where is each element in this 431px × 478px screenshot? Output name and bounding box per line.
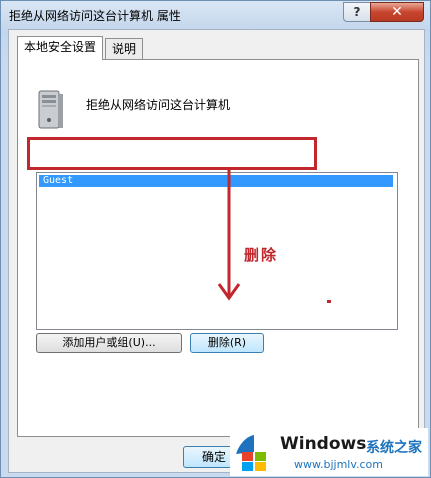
add-user-or-group-button[interactable]: 添加用户或组(U)... [36, 333, 182, 353]
title-bar[interactable]: 拒绝从网络访问这台计算机 属性 ? ✕ [1, 1, 430, 29]
help-button[interactable]: ? [343, 2, 371, 22]
annotation-arrow-icon [217, 168, 241, 301]
window-title: 拒绝从网络访问这台计算机 属性 [9, 9, 181, 23]
annotation-label: 删除 [244, 246, 279, 264]
watermark: Windows 系统之家 www.bjjmlv.com [230, 428, 428, 476]
annotation-dot [327, 300, 331, 303]
watermark-url: www.bjjmlv.com [294, 458, 383, 471]
watermark-site-name: 系统之家 [366, 440, 422, 456]
windows-logo-icon [236, 435, 266, 471]
policy-title: 拒绝从网络访问这台计算机 [86, 98, 231, 112]
tab-explain[interactable]: 说明 [105, 38, 144, 59]
tab-local-security-setting[interactable]: 本地安全设置 [17, 36, 104, 60]
remove-button[interactable]: 删除(R) [190, 333, 264, 353]
watermark-brand: Windows [280, 434, 367, 454]
annotation-highlight-box [27, 137, 317, 170]
computer-tower-icon [38, 90, 63, 129]
close-button[interactable]: ✕ [370, 2, 424, 22]
